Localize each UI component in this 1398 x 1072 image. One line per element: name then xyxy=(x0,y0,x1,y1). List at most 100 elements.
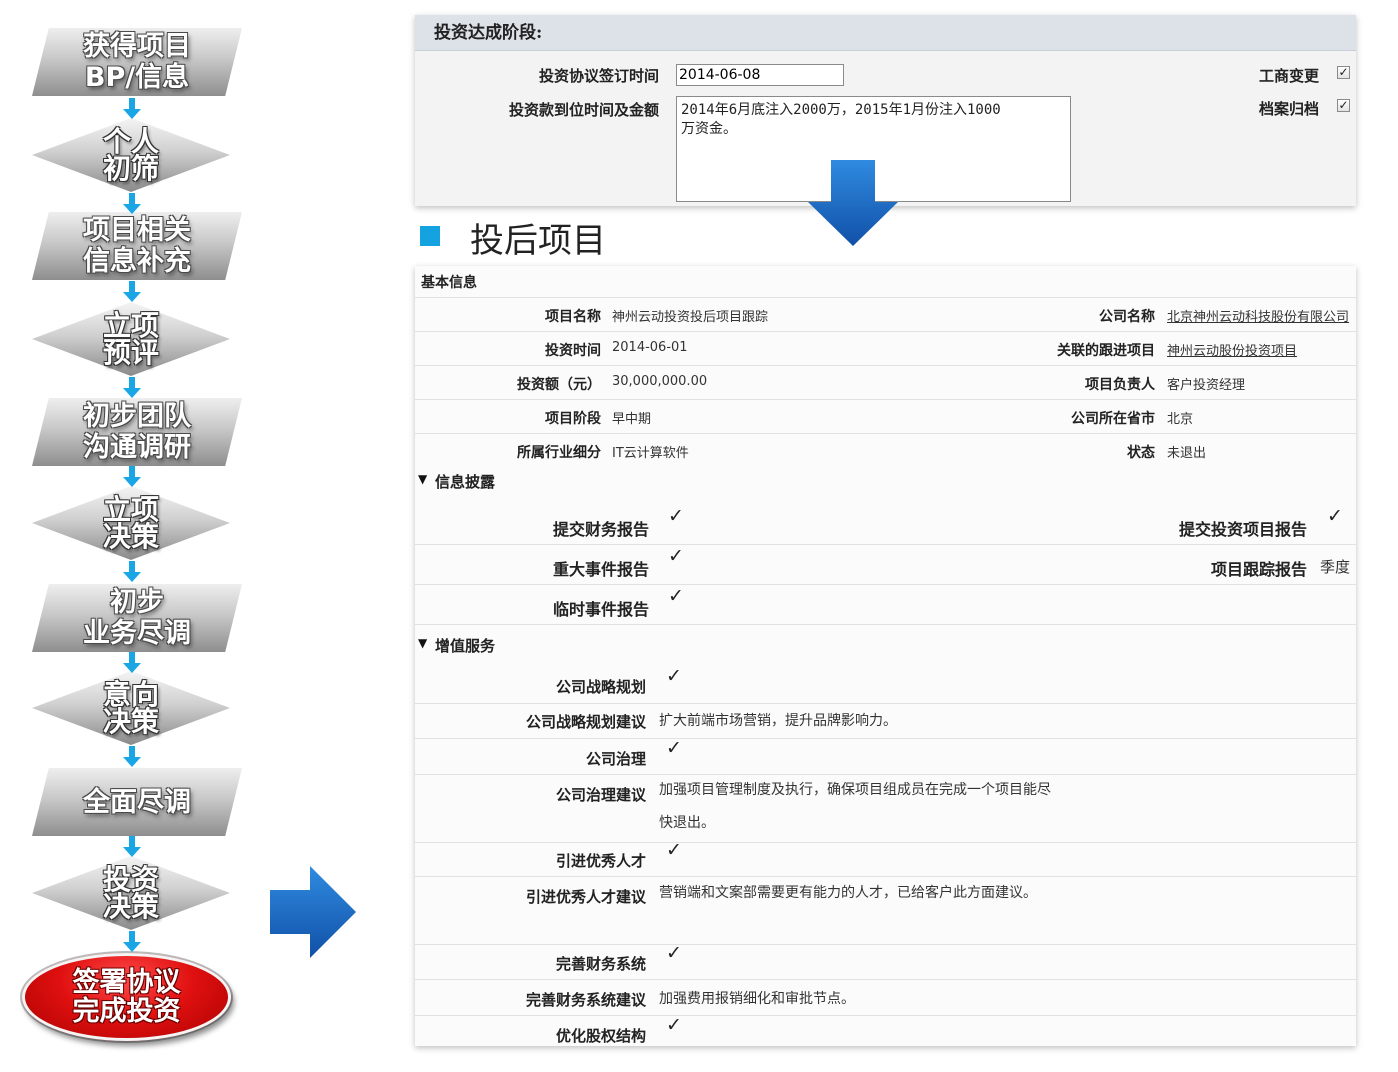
disclosure-title[interactable]: 信息披露 xyxy=(435,471,495,492)
row-divider xyxy=(415,944,1356,945)
linked-project-link[interactable]: 神州云动股份投资项目 xyxy=(1167,340,1297,359)
equity-structure-check-icon[interactable]: ✓ xyxy=(666,1016,682,1035)
status-label: 状态 xyxy=(1127,445,1155,461)
row-divider xyxy=(415,842,1356,843)
right-arrow-icon xyxy=(270,866,356,958)
strategy-label: 公司战略规划 xyxy=(555,678,646,696)
value-added-title[interactable]: 增值服务 xyxy=(435,635,495,656)
flow-step-label: 项目相关 信息补充 xyxy=(83,215,191,277)
panel-title: 投资达成阶段: xyxy=(415,15,1356,51)
governance-advice-value: 加强项目管理制度及执行，确保项目组成员在完成一个项目能尽快退出。 xyxy=(659,782,1051,831)
row-divider xyxy=(415,979,1356,980)
flow-step-9: 全面尽调 xyxy=(32,768,242,836)
investment-date-label: 投资时间 xyxy=(545,343,601,359)
flow-arrow-down-icon xyxy=(123,652,141,673)
company-city-label: 公司所在省市 xyxy=(1071,411,1155,427)
finance-system-label: 完善财务系统 xyxy=(555,955,646,973)
flow-arrow-down-icon xyxy=(123,98,141,119)
row-divider xyxy=(415,738,1356,739)
investment-amount-label: 投资额（元） xyxy=(517,377,601,393)
major-event-report-label: 重大事件报告 xyxy=(552,560,649,579)
section-marker xyxy=(420,226,440,246)
archive-checkbox[interactable]: ✓ xyxy=(1337,99,1350,112)
flow-arrow-down-icon xyxy=(123,377,141,398)
temp-event-report-check-icon[interactable]: ✓ xyxy=(668,587,684,606)
talent-advice-value: 营销端和文案部需要更有能力的人才，已给客户此方面建议。 xyxy=(659,885,1037,901)
row-divider xyxy=(415,399,1356,400)
flow-step-5: 初步团队 沟通调研 xyxy=(32,398,242,466)
strategy-advice-value: 扩大前端市场营销，提升品牌影响力。 xyxy=(659,713,897,729)
company-name-link[interactable]: 北京神州云动科技股份有限公司 xyxy=(1167,306,1349,325)
flow-step-4: 立项 预评 xyxy=(32,302,230,376)
row-divider xyxy=(415,365,1356,366)
industry-label: 所属行业细分 xyxy=(517,445,601,461)
flow-step-7: 初步 业务尽调 xyxy=(32,584,242,652)
flow-step-label: 初步团队 沟通调研 xyxy=(83,401,191,463)
company-name-label: 公司名称 xyxy=(1099,309,1155,325)
linked-project-label: 关联的跟进项目 xyxy=(1057,343,1155,359)
financial-report-check-icon[interactable]: ✓ xyxy=(668,507,684,526)
strategy-advice-label: 公司战略规划建议 xyxy=(525,713,646,731)
talent-check-icon[interactable]: ✓ xyxy=(666,841,682,860)
finance-system-check-icon[interactable]: ✓ xyxy=(666,944,682,963)
governance-advice-label: 公司治理建议 xyxy=(555,786,646,804)
flow-arrow-down-icon xyxy=(123,466,141,487)
flow-step-label: 初步 业务尽调 xyxy=(83,587,191,649)
flow-step-label: 获得项目 BP/信息 xyxy=(83,31,191,93)
flow-arrow-down-icon xyxy=(123,193,141,214)
row-divider xyxy=(415,544,1356,545)
sign-date-label: 投资协议签订时间 xyxy=(538,67,659,85)
flow-arrow-down-icon xyxy=(123,561,141,582)
business-change-checkbox[interactable]: ✓ xyxy=(1337,66,1350,79)
equity-structure-label: 优化股权结构 xyxy=(555,1027,646,1045)
company-city-value: 北京 xyxy=(1167,412,1194,427)
financial-report-label: 提交财务报告 xyxy=(552,520,649,539)
flow-step-label: 意向 决策 xyxy=(102,678,159,738)
funding-label: 投资款到位时间及金额 xyxy=(508,101,659,119)
flow-step-10: 投资 决策 xyxy=(32,856,230,930)
flow-step-label: 个人 初筛 xyxy=(102,125,159,185)
collapse-icon[interactable]: ▼ xyxy=(418,636,427,650)
status-value: 未退出 xyxy=(1167,446,1207,461)
tracking-report-label: 项目跟踪报告 xyxy=(1210,560,1307,579)
basic-info-title: 基本信息 xyxy=(421,275,477,291)
major-event-report-check-icon[interactable]: ✓ xyxy=(668,547,684,566)
investment-date-value: 2014-06-01 xyxy=(612,340,688,355)
row-divider xyxy=(415,433,1356,434)
sign-date-input[interactable] xyxy=(676,64,844,86)
flow-arrow-down-icon xyxy=(123,836,141,857)
business-change-label: 工商变更 xyxy=(1258,67,1319,85)
flow-step-label: 签署协议 完成投资 xyxy=(72,967,181,1027)
flow-step-label: 投资 决策 xyxy=(102,863,159,923)
project-name-value: 神州云动投资投后项目跟踪 xyxy=(612,310,769,325)
flow-step-8: 意向 决策 xyxy=(32,671,230,745)
flow-step-2: 个人 初筛 xyxy=(32,118,230,192)
flow-arrow-down-icon xyxy=(123,281,141,302)
collapse-icon[interactable]: ▼ xyxy=(418,472,427,486)
row-divider xyxy=(415,624,1356,625)
tracking-report-value: 季度 xyxy=(1320,558,1351,576)
down-arrow-icon xyxy=(808,160,898,246)
project-stage-label: 项目阶段 xyxy=(545,411,601,427)
project-owner-label: 项目负责人 xyxy=(1085,377,1155,393)
investment-report-check-icon[interactable]: ✓ xyxy=(1327,507,1343,526)
project-stage-value: 早中期 xyxy=(612,412,652,427)
governance-check-icon[interactable]: ✓ xyxy=(666,739,682,758)
archive-label: 档案归档 xyxy=(1258,100,1319,118)
row-divider xyxy=(415,331,1356,332)
flow-arrow-down-icon xyxy=(123,746,141,767)
flow-arrow-down-icon xyxy=(123,931,141,952)
row-divider xyxy=(415,703,1356,704)
row-divider xyxy=(415,297,1356,298)
post-investment-panel: 基本信息 项目名称 神州云动投资投后项目跟踪 公司名称 北京神州云动科技股份有限… xyxy=(415,266,1356,1046)
section-title: 投后项目 xyxy=(470,221,606,261)
industry-value: IT云计算软件 xyxy=(612,446,689,461)
talent-label: 引进优秀人才 xyxy=(555,852,646,870)
strategy-check-icon[interactable]: ✓ xyxy=(666,667,682,686)
flow-step-6: 立项 决策 xyxy=(32,486,230,560)
flow-step-1: 获得项目 BP/信息 xyxy=(32,28,242,96)
flow-step-label: 立项 决策 xyxy=(102,493,159,553)
flow-step-11: 签署协议 完成投资 xyxy=(22,953,231,1041)
project-owner-value: 客户投资经理 xyxy=(1167,378,1246,393)
governance-label: 公司治理 xyxy=(585,750,646,768)
